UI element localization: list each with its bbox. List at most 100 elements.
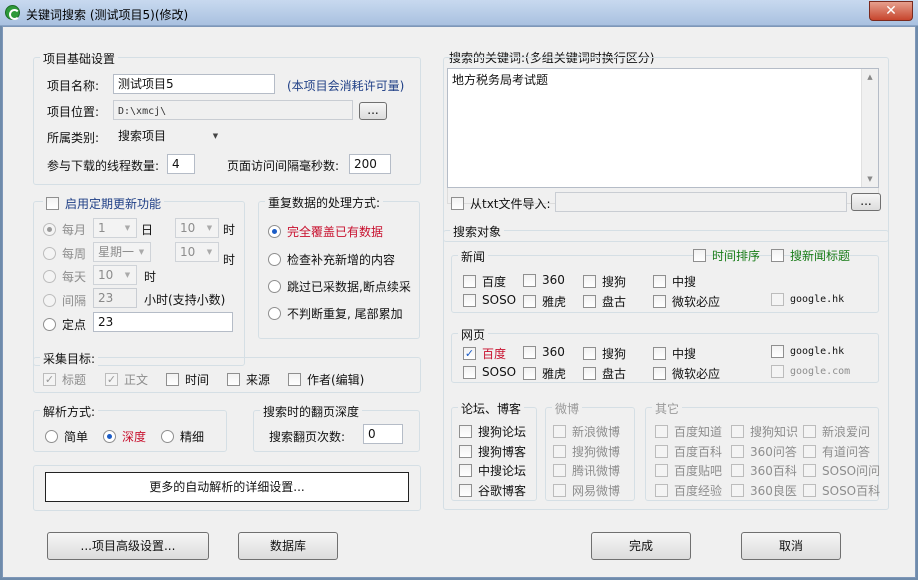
dup-label-0: 完全覆盖已有数据 xyxy=(287,225,384,239)
other-label-3: 百度百科 xyxy=(674,445,723,459)
forum-sogou-forum-checkbox[interactable]: 搜狗论坛 xyxy=(459,423,526,440)
other-item-1[interactable]: 搜狗知识 xyxy=(731,423,798,440)
parse-deep-radio[interactable]: 深度 xyxy=(103,428,146,445)
web-bing-checkbox[interactable]: 微软必应 xyxy=(653,365,720,382)
other-item-10[interactable]: 360良医 xyxy=(731,482,797,499)
paging-count-input[interactable]: 0 xyxy=(363,424,403,444)
project-name-label: 项目名称: xyxy=(47,79,100,93)
more-parse-settings-button[interactable]: 更多的自动解析的详细设置... xyxy=(45,472,409,502)
news-bing-checkbox[interactable]: 微软必应 xyxy=(653,293,720,310)
target-source-checkbox[interactable]: 来源 xyxy=(227,371,270,388)
import-browse-button[interactable]: ... xyxy=(851,193,881,211)
keywords-textarea[interactable]: 地方税务局考试题 ▲ ▼ xyxy=(447,68,879,188)
duplicate-option-0[interactable]: 完全覆盖已有数据 xyxy=(268,223,383,240)
other-item-5[interactable]: 有道问答 xyxy=(803,443,870,460)
scroll-up-icon[interactable]: ▲ xyxy=(862,69,878,85)
other-item-3[interactable]: 百度百科 xyxy=(655,443,722,460)
web-google-com-checkbox[interactable]: google.com xyxy=(771,365,850,378)
weibo-tencent-checkbox[interactable]: 腾讯微博 xyxy=(553,462,620,479)
news-soso-checkbox[interactable]: SOSO xyxy=(463,293,516,307)
forum-google-blog-checkbox[interactable]: 谷歌博客 xyxy=(459,482,526,499)
news-google-checkbox[interactable]: google.hk xyxy=(771,293,844,306)
advanced-settings-button[interactable]: ...项目高级设置... xyxy=(47,532,209,560)
news-pangu-checkbox[interactable]: 盘古 xyxy=(583,293,626,310)
other-item-2[interactable]: 新浪爱问 xyxy=(803,423,870,440)
parse-simple-radio[interactable]: 简单 xyxy=(45,428,88,445)
target-author-checkbox[interactable]: 作者(编辑) xyxy=(288,371,364,388)
forum-zhongsou-forum-checkbox[interactable]: 中搜论坛 xyxy=(459,462,526,479)
monthly-day-select[interactable]: 1 ▼ xyxy=(93,218,137,238)
forum-sogou-blog-checkbox[interactable]: 搜狗博客 xyxy=(459,443,526,460)
target-time-checkbox[interactable]: 时间 xyxy=(166,371,209,388)
web-baidu-checkbox[interactable]: ✓ 百度 xyxy=(463,345,506,362)
schedule-monthly-radio[interactable]: 每月 xyxy=(43,221,86,238)
schedule-fixed-radio[interactable]: 定点 xyxy=(43,316,86,333)
duplicate-option-1[interactable]: 检查补充新增的内容 xyxy=(268,251,395,268)
project-name-input[interactable]: 测试项目5 xyxy=(113,74,275,94)
duplicate-option-2[interactable]: 跳过已采数据,断点续采 xyxy=(268,278,411,295)
import-txt-checkbox[interactable]: 从txt文件导入: xyxy=(451,195,551,212)
weekly-day-select[interactable]: 星期一 ▼ xyxy=(93,242,151,262)
schedule-interval-radio[interactable]: 间隔 xyxy=(43,292,86,309)
keywords-text: 地方税务局考试题 xyxy=(452,73,549,87)
cancel-button[interactable]: 取消 xyxy=(741,532,841,560)
paging-legend: 搜索时的翻页深度 xyxy=(260,403,363,420)
daily-hour-select[interactable]: 10 ▼ xyxy=(93,265,137,285)
finish-button[interactable]: 完成 xyxy=(591,532,691,560)
news-zhongsou-checkbox[interactable]: 中搜 xyxy=(653,273,696,290)
news-title-checkbox[interactable]: 搜新闻标题 xyxy=(771,247,850,264)
other-label-9: 百度经验 xyxy=(674,484,723,498)
other-label-0: 百度知道 xyxy=(674,425,723,439)
dup-radio-2 xyxy=(268,280,281,293)
news-360-checkbox[interactable]: 360 xyxy=(523,273,565,287)
web-pangu-checkbox[interactable]: 盘古 xyxy=(583,365,626,382)
chevron-down-icon: ▼ xyxy=(124,224,131,232)
web-zhongsou-checkbox[interactable]: 中搜 xyxy=(653,345,696,362)
forum-legend: 论坛、博客 xyxy=(458,400,525,417)
interval-hours-input[interactable]: 23 xyxy=(93,288,137,308)
forum-box-0 xyxy=(459,425,472,438)
web-yahoo-checkbox[interactable]: 雅虎 xyxy=(523,365,566,382)
database-button[interactable]: 数据库 xyxy=(238,532,338,560)
monthly-hour-select[interactable]: 10 ▼ xyxy=(175,218,219,238)
target-body-checkbox[interactable]: ✓ 正文 xyxy=(105,371,148,388)
schedule-weekly-radio[interactable]: 每周 xyxy=(43,245,86,262)
other-item-4[interactable]: 360问答 xyxy=(731,443,797,460)
duplicate-option-3[interactable]: 不判断重复, 尾部累加 xyxy=(268,305,403,322)
web-google-hk-checkbox[interactable]: google.hk xyxy=(771,345,844,358)
other-item-9[interactable]: 百度经验 xyxy=(655,482,722,499)
weibo-sogou-checkbox[interactable]: 搜狗微博 xyxy=(553,443,620,460)
target-body-box: ✓ xyxy=(105,373,118,386)
search-targets-legend: 搜索对象 xyxy=(450,223,505,240)
weibo-netease-checkbox[interactable]: 网易微博 xyxy=(553,482,620,499)
news-time-sort-checkbox[interactable]: 时间排序 xyxy=(693,247,760,264)
other-item-7[interactable]: 360百科 xyxy=(731,462,797,479)
parse-fine-radio[interactable]: 精细 xyxy=(161,428,204,445)
threads-input[interactable]: 4 xyxy=(167,154,195,174)
monthly-day-unit: 日 xyxy=(141,223,154,237)
category-select[interactable]: 搜索项目 ▼ xyxy=(113,126,225,146)
weibo-sina-checkbox[interactable]: 新浪微博 xyxy=(553,423,620,440)
schedule-daily-radio[interactable]: 每天 xyxy=(43,268,86,285)
app-refresh-icon xyxy=(5,5,20,20)
weekly-hour-select[interactable]: 10 ▼ xyxy=(175,242,219,262)
target-title-checkbox[interactable]: ✓ 标题 xyxy=(43,371,86,388)
other-item-11[interactable]: SOSO百科 xyxy=(803,482,880,499)
fixed-time-input[interactable]: 23 xyxy=(93,312,233,332)
interval-hours-unit: 小时(支持小数) xyxy=(144,293,226,307)
close-button[interactable]: ✕ xyxy=(869,1,913,21)
interval-ms-input[interactable]: 200 xyxy=(349,154,391,174)
other-item-0[interactable]: 百度知道 xyxy=(655,423,722,440)
news-yahoo-checkbox[interactable]: 雅虎 xyxy=(523,293,566,310)
keywords-scrollbar[interactable]: ▲ ▼ xyxy=(861,69,878,187)
news-sogou-checkbox[interactable]: 搜狗 xyxy=(583,273,626,290)
location-browse-button[interactable]: ... xyxy=(359,102,387,120)
web-soso-checkbox[interactable]: SOSO xyxy=(463,365,516,379)
news-baidu-checkbox[interactable]: 百度 xyxy=(463,273,506,290)
web-sogou-checkbox[interactable]: 搜狗 xyxy=(583,345,626,362)
other-item-6[interactable]: 百度贴吧 xyxy=(655,462,722,479)
web-360-checkbox[interactable]: 360 xyxy=(523,345,565,359)
other-item-8[interactable]: SOSO问问 xyxy=(803,462,880,479)
scroll-down-icon[interactable]: ▼ xyxy=(862,171,878,187)
schedule-enable-checkbox[interactable]: 启用定期更新功能 xyxy=(43,195,165,212)
